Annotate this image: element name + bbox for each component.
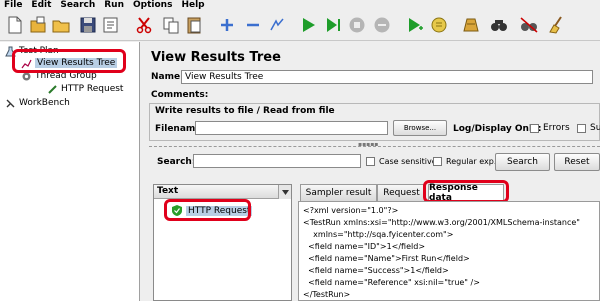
response-data-text[interactable]: <?xml version="1.0"?> <TestRun xmlns:xsi=… [298, 201, 600, 301]
highlight-view-results-tree [12, 49, 126, 73]
name-label: Name: [151, 72, 184, 82]
successes-checkbox-box[interactable] [577, 123, 586, 133]
response-line: <?xml version="1.0"?> [303, 206, 399, 215]
reset-search-icon[interactable] [518, 14, 540, 36]
remote-start-icon[interactable] [404, 14, 426, 36]
tree-item-label: WorkBench [19, 98, 70, 108]
log-display-label: Log/Display Only: [453, 124, 542, 134]
regular-exp-checkbox[interactable]: Regular exp. [433, 157, 496, 166]
search-button[interactable]: Search [495, 153, 550, 171]
start-no-pause-icon[interactable] [322, 14, 344, 36]
start-icon[interactable] [297, 14, 319, 36]
expand-icon[interactable] [216, 14, 238, 36]
splitter-handle[interactable]: ▪▪▪▪▪ [358, 141, 378, 148]
save-icon[interactable] [77, 14, 99, 36]
successes-checkbox[interactable]: Su [577, 123, 600, 133]
clear-all-icon[interactable] [460, 14, 482, 36]
collapse-icon[interactable] [242, 14, 264, 36]
response-line: <TestRun xmlns:xsi="http://www.w3.org/20… [303, 218, 580, 227]
workbench-icon [4, 97, 16, 109]
page-title: View Results Tree [151, 50, 281, 65]
highlight-response-data-tab [423, 180, 509, 203]
tab-request[interactable]: Request [377, 184, 426, 201]
response-line: <field name="Name">First Run</field> [303, 254, 470, 263]
write-results-title: Write results to file / Read from file [155, 106, 335, 116]
broom-icon[interactable] [546, 14, 568, 36]
comments-label: Comments: [151, 90, 209, 100]
open-template-icon[interactable] [27, 14, 49, 36]
errors-checkbox[interactable]: Errors [530, 123, 570, 133]
cut-icon[interactable] [133, 14, 155, 36]
menu-help[interactable]: Help [181, 0, 204, 11]
name-input[interactable]: View Results Tree [181, 70, 593, 84]
tab-sampler-result[interactable]: Sampler result [300, 184, 377, 201]
regular-exp-box[interactable] [433, 157, 442, 166]
menu-run[interactable]: Run [104, 0, 124, 11]
text-column-header[interactable]: Text [154, 185, 278, 199]
toolbar [0, 11, 600, 41]
tree-item-label: HTTP Request [61, 84, 124, 94]
copy-icon[interactable] [160, 14, 182, 36]
new-icon[interactable] [4, 14, 26, 36]
response-line: <field name="Reference" xsi:nil="true" /… [303, 278, 480, 287]
search-icon[interactable] [488, 14, 510, 36]
case-sensitive-label: Case sensitive [379, 157, 437, 166]
response-line: <field name="Success">1</field> [303, 266, 449, 275]
clear-icon[interactable] [428, 14, 450, 36]
successes-checkbox-label: Su [590, 123, 600, 133]
menu-search[interactable]: Search [60, 0, 95, 11]
errors-checkbox-box[interactable] [530, 123, 539, 133]
menu-bar: File Edit Search Run Options Help [0, 0, 600, 11]
search-input[interactable] [193, 154, 361, 168]
menu-options[interactable]: Options [133, 0, 172, 11]
search-label: Search: [157, 157, 196, 167]
menu-file[interactable]: File [4, 0, 22, 11]
browse-button[interactable]: Browse... [393, 120, 447, 136]
response-line: </TestRun> [303, 290, 351, 299]
pipette-icon [46, 83, 58, 95]
reset-button[interactable]: Reset [554, 153, 600, 171]
response-line: <field name="ID">1</field> [303, 242, 426, 251]
case-sensitive-box[interactable] [366, 157, 375, 166]
open-icon[interactable] [50, 14, 72, 36]
tree-item-workbench[interactable]: WorkBench [4, 96, 70, 110]
regular-exp-label: Regular exp. [446, 157, 497, 166]
errors-checkbox-label: Errors [543, 123, 570, 133]
filename-input[interactable] [195, 121, 388, 135]
case-sensitive-checkbox[interactable]: Case sensitive [366, 157, 437, 166]
highlight-http-request [164, 199, 251, 221]
test-plan-tree: Test Plan View Results Tree Thread Group… [0, 42, 140, 301]
toggle-icon[interactable] [266, 14, 288, 36]
shutdown-icon[interactable] [371, 14, 393, 36]
save-as-icon[interactable] [100, 14, 122, 36]
tree-item-http-request[interactable]: HTTP Request [46, 82, 123, 96]
stop-icon[interactable] [346, 14, 368, 36]
column-dropdown-arrow[interactable] [278, 185, 291, 199]
menu-edit[interactable]: Edit [31, 0, 51, 11]
paste-icon[interactable] [183, 14, 205, 36]
response-line: xmlns="http://sqa.fyicenter.com"> [303, 230, 454, 239]
results-list: Text HTTP Request [153, 184, 292, 301]
